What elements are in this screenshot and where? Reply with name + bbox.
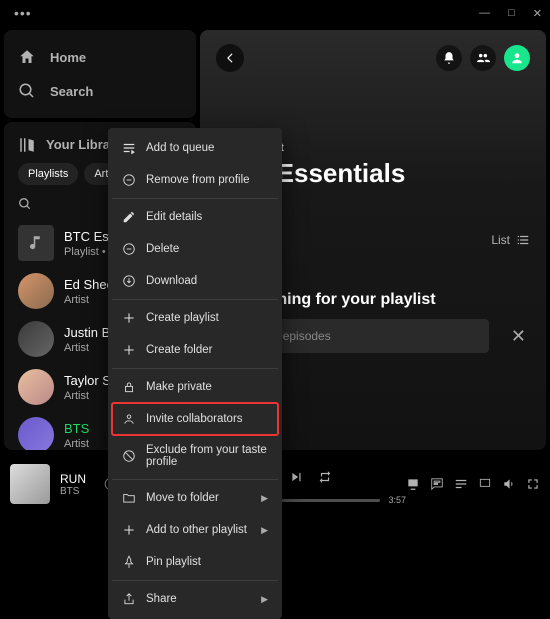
filter-chip-playlists[interactable]: Playlists xyxy=(18,163,78,185)
submenu-arrow-icon: ▶ xyxy=(261,525,268,536)
nav-home[interactable]: Home xyxy=(18,40,182,74)
devices-icon[interactable] xyxy=(478,477,492,491)
context-menu-item-download[interactable]: Download xyxy=(112,265,278,297)
window-close-icon[interactable]: ✕ xyxy=(533,7,542,20)
app-menu-dots[interactable]: ••• xyxy=(8,5,32,21)
library-item-art xyxy=(18,369,54,405)
user-profile-button[interactable] xyxy=(504,45,530,71)
context-menu-item-add-to-queue[interactable]: Add to queue xyxy=(112,132,278,164)
window-maximize-icon[interactable]: □ xyxy=(508,7,515,20)
library-item-art xyxy=(18,273,54,309)
library-item-art xyxy=(18,321,54,357)
home-icon xyxy=(18,48,36,66)
remove-icon xyxy=(122,173,136,187)
now-playing-title[interactable]: RUN xyxy=(60,472,86,486)
context-menu-item-share[interactable]: Share▶ xyxy=(112,583,278,615)
pin-icon xyxy=(122,555,136,569)
context-menu-item-move-to-folder[interactable]: Move to folder▶ xyxy=(112,482,278,514)
context-menu-item-create-folder[interactable]: Create folder xyxy=(112,334,278,366)
nav-search-label: Search xyxy=(50,84,93,99)
people-icon xyxy=(476,51,490,65)
fullscreen-icon[interactable] xyxy=(526,477,540,491)
friends-button[interactable] xyxy=(470,45,496,71)
search-icon xyxy=(18,82,36,100)
lock-icon xyxy=(122,380,136,394)
user-icon xyxy=(122,412,136,426)
chevron-left-icon xyxy=(223,51,237,65)
context-menu-item-pin-playlist[interactable]: Pin playlist xyxy=(112,546,278,578)
library-header[interactable]: Your Library xyxy=(18,136,122,154)
now-playing-artist[interactable]: BTS xyxy=(60,486,86,497)
nav-search[interactable]: Search xyxy=(18,74,182,108)
volume-icon[interactable] xyxy=(502,477,516,491)
plus-icon xyxy=(122,311,136,325)
exclude-icon xyxy=(122,449,136,463)
nav-home-label: Home xyxy=(50,50,86,65)
download-icon xyxy=(122,274,136,288)
context-menu-item-exclude-from-your-taste-profile[interactable]: Exclude from your taste profile xyxy=(112,435,278,477)
edit-icon xyxy=(122,210,136,224)
library-search-icon[interactable] xyxy=(18,197,32,211)
bell-icon xyxy=(442,51,456,65)
window-minimize-icon[interactable]: — xyxy=(479,7,490,20)
plus-icon xyxy=(122,523,136,537)
time-total: 3:57 xyxy=(388,495,406,505)
context-menu-item-create-playlist[interactable]: Create playlist xyxy=(112,302,278,334)
repeat-icon[interactable] xyxy=(318,470,332,484)
context-menu-item-add-to-other-playlist[interactable]: Add to other playlist▶ xyxy=(112,514,278,546)
notifications-button[interactable] xyxy=(436,45,462,71)
user-icon xyxy=(510,51,524,65)
context-menu-item-make-private[interactable]: Make private xyxy=(112,371,278,403)
library-icon xyxy=(18,136,36,154)
now-playing-view-icon[interactable] xyxy=(406,477,420,491)
context-menu-item-edit-details[interactable]: Edit details xyxy=(112,201,278,233)
submenu-arrow-icon: ▶ xyxy=(261,594,268,605)
library-item-subtitle: Artist xyxy=(64,438,89,450)
library-item-name: BTS xyxy=(64,421,89,436)
folder-icon xyxy=(122,491,136,505)
context-menu-item-delete[interactable]: Delete xyxy=(112,233,278,265)
library-item-art xyxy=(18,417,54,450)
find-close-button[interactable]: ✕ xyxy=(507,322,530,351)
now-playing-art[interactable] xyxy=(10,464,50,504)
next-icon[interactable] xyxy=(290,470,304,484)
lyrics-icon[interactable] xyxy=(430,477,444,491)
delete-icon xyxy=(122,242,136,256)
queue-icon xyxy=(122,141,136,155)
context-menu-item-invite-collaborators[interactable]: Invite collaborators xyxy=(112,403,278,435)
list-icon xyxy=(516,233,530,247)
view-toggle-label: List xyxy=(491,233,510,247)
plus-icon xyxy=(122,343,136,357)
share-icon xyxy=(122,592,136,606)
playlist-context-menu: Add to queueRemove from profile Edit deta… xyxy=(108,128,282,619)
context-menu-item-remove-from-profile[interactable]: Remove from profile xyxy=(112,164,278,196)
back-button[interactable] xyxy=(216,44,244,72)
queue-icon[interactable] xyxy=(454,477,468,491)
library-item-art xyxy=(18,225,54,261)
submenu-arrow-icon: ▶ xyxy=(261,493,268,504)
